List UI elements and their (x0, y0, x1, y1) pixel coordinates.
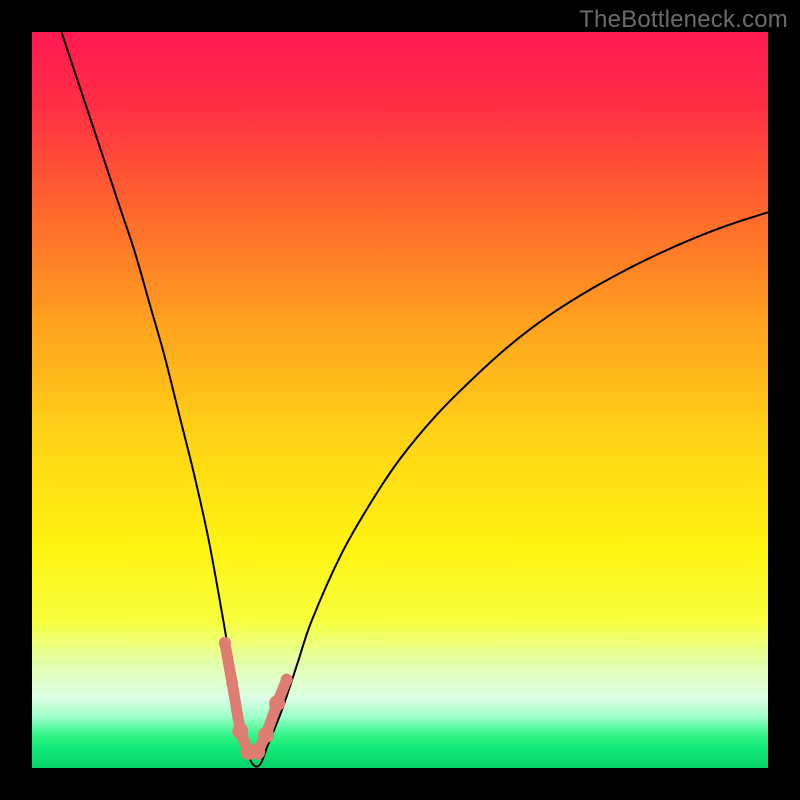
highlight-point (269, 695, 285, 711)
highlight-point (226, 677, 238, 689)
highlight-point (258, 727, 274, 743)
highlight-point (232, 723, 248, 739)
plot-area (32, 32, 768, 768)
highlight-point (249, 744, 265, 760)
curve-layer (32, 32, 768, 768)
chart-frame: TheBottleneck.com (0, 0, 800, 800)
highlight-point (281, 674, 293, 686)
watermark-text: TheBottleneck.com (579, 6, 788, 34)
bottleneck-curve (61, 32, 768, 767)
highlight-point (219, 637, 231, 649)
